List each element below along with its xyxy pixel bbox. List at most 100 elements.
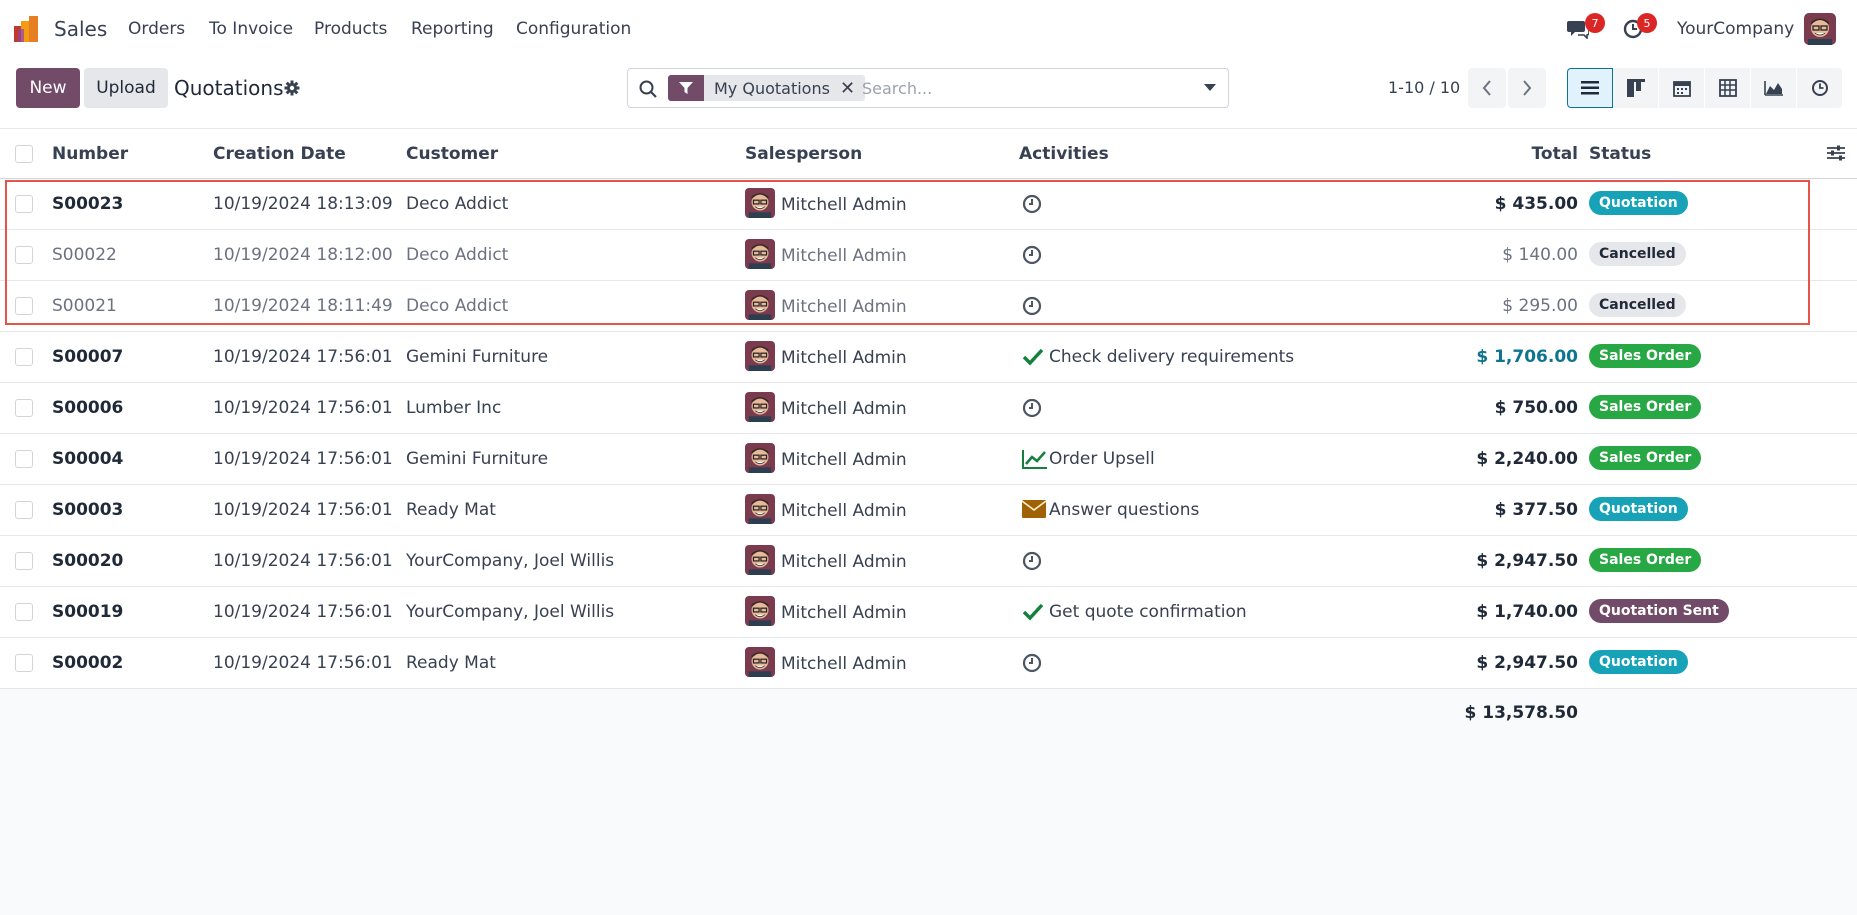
order-total: $ 750.00 [1494, 398, 1578, 418]
list-icon [1581, 81, 1599, 95]
status-badge: Cancelled [1589, 293, 1686, 317]
app-name[interactable]: Sales [54, 17, 107, 41]
row-checkbox[interactable] [15, 246, 33, 264]
sales-app-icon[interactable] [14, 16, 42, 42]
row-checkbox[interactable] [15, 195, 33, 213]
check-icon[interactable] [1022, 602, 1044, 627]
row-checkbox[interactable] [15, 654, 33, 672]
header-total[interactable]: Total [1480, 144, 1578, 164]
header-customer[interactable]: Customer [406, 144, 498, 164]
activity-summary[interactable]: Check delivery requirements [1049, 347, 1294, 367]
activities-button[interactable]: 5 [1620, 0, 1657, 58]
order-total: $ 140.00 [1502, 245, 1578, 265]
table-header: Number Creation Date Customer Salesperso… [0, 128, 1857, 179]
header-activities[interactable]: Activities [1019, 144, 1109, 164]
salesperson-avatar [745, 545, 775, 575]
order-total: $ 2,947.50 [1476, 551, 1578, 571]
header-salesperson[interactable]: Salesperson [745, 144, 862, 164]
order-number: S00021 [52, 296, 117, 316]
pivot-view-button[interactable] [1705, 68, 1751, 108]
salesperson-name: Mitchell Admin [781, 552, 907, 572]
table-icon [1718, 79, 1737, 97]
row-checkbox[interactable] [15, 450, 33, 468]
clock-icon[interactable] [1022, 245, 1042, 270]
graph-view-button[interactable] [1751, 68, 1797, 108]
customer-name: Ready Mat [406, 500, 496, 520]
envelope-icon[interactable] [1021, 500, 1047, 523]
activity-summary[interactable]: Get quote confirmation [1049, 602, 1247, 622]
menu-products[interactable]: Products [314, 19, 387, 39]
table-row[interactable]: S00003 10/19/2024 17:56:01 Ready Mat Mitche… [0, 485, 1857, 536]
order-number: S00023 [52, 194, 124, 214]
facet-label: My Quotations [714, 78, 830, 98]
row-checkbox[interactable] [15, 348, 33, 366]
header-number[interactable]: Number [52, 144, 128, 164]
company-switcher[interactable]: YourCompany [1677, 19, 1794, 39]
page-title: Quotations [174, 76, 284, 100]
upload-button[interactable]: Upload [84, 68, 168, 108]
salesperson-name: Mitchell Admin [781, 501, 907, 521]
table-row[interactable]: S00007 10/19/2024 17:56:01 Gemini Furnitur… [0, 332, 1857, 383]
gear-icon[interactable] [284, 80, 300, 96]
messages-badge: 7 [1585, 13, 1605, 33]
kanban-view-button[interactable] [1613, 68, 1659, 108]
calendar-view-button[interactable] [1659, 68, 1705, 108]
table-row[interactable]: S00002 10/19/2024 17:56:01 Ready Mat Mitche… [0, 638, 1857, 689]
menu-configuration[interactable]: Configuration [516, 19, 631, 39]
pager-previous[interactable] [1468, 68, 1506, 108]
table-row[interactable]: S00023 10/19/2024 18:13:09 Deco Addict Mitc… [0, 179, 1857, 230]
salesperson-avatar [745, 392, 775, 422]
menu-reporting[interactable]: Reporting [411, 19, 494, 39]
pager-value[interactable]: 1-10 / 10 [1388, 78, 1460, 97]
remove-facet-icon[interactable]: ✕ [840, 78, 855, 99]
row-checkbox[interactable] [15, 552, 33, 570]
customer-name: Ready Mat [406, 653, 496, 673]
new-button[interactable]: New [16, 68, 80, 108]
row-checkbox[interactable] [15, 603, 33, 621]
grand-total: $ 13,578.50 [1464, 703, 1578, 723]
table-row[interactable]: S00022 10/19/2024 18:12:00 Deco Addict Mitc… [0, 230, 1857, 281]
menu-to-invoice[interactable]: To Invoice [209, 19, 293, 39]
activity-view-button[interactable] [1797, 68, 1843, 108]
customer-name: Lumber Inc [406, 398, 502, 418]
optional-columns-icon[interactable] [1827, 145, 1845, 161]
clock-icon[interactable] [1022, 653, 1042, 678]
status-badge: Quotation [1589, 497, 1688, 521]
clock-icon[interactable] [1022, 296, 1042, 321]
table-row[interactable]: S00021 10/19/2024 18:11:49 Deco Addict Mitc… [0, 281, 1857, 332]
order-number: S00019 [52, 602, 124, 622]
list-view-button[interactable] [1567, 68, 1613, 108]
row-checkbox[interactable] [15, 297, 33, 315]
customer-name: YourCompany, Joel Willis [406, 551, 615, 571]
status-badge: Quotation [1589, 650, 1688, 674]
clock-icon[interactable] [1022, 398, 1042, 423]
search-options-toggle[interactable] [1191, 68, 1229, 108]
user-avatar[interactable] [1804, 13, 1836, 45]
select-all-checkbox[interactable] [15, 145, 33, 163]
check-icon[interactable] [1022, 347, 1044, 372]
activity-summary[interactable]: Answer questions [1049, 500, 1199, 520]
table-row[interactable]: S00006 10/19/2024 17:56:01 Lumber Inc Mitch… [0, 383, 1857, 434]
order-number: S00007 [52, 347, 124, 367]
table-row[interactable]: S00019 10/19/2024 17:56:01 YourCompany, Jo… [0, 587, 1857, 638]
search-input[interactable] [862, 77, 1182, 99]
row-checkbox[interactable] [15, 399, 33, 417]
clock-icon[interactable] [1022, 551, 1042, 576]
pager-next[interactable] [1508, 68, 1546, 108]
activity-summary[interactable]: Order Upsell [1049, 449, 1155, 469]
row-checkbox[interactable] [15, 501, 33, 519]
table-row[interactable]: S00004 10/19/2024 17:56:01 Gemini Furnitur… [0, 434, 1857, 485]
top-navbar: Sales Orders To Invoice Products Reporti… [0, 0, 1857, 58]
filter-facet: My Quotations ✕ [668, 75, 866, 101]
salesperson-name: Mitchell Admin [781, 450, 907, 470]
header-creation-date[interactable]: Creation Date [213, 144, 346, 164]
table-row[interactable]: S00020 10/19/2024 17:56:01 YourCompany, Jo… [0, 536, 1857, 587]
menu-orders[interactable]: Orders [128, 19, 185, 39]
order-number: S00004 [52, 449, 124, 469]
messages-button[interactable]: 7 [1565, 0, 1605, 58]
chart-line-icon[interactable] [1022, 449, 1048, 474]
clock-icon[interactable] [1022, 194, 1042, 219]
order-number: S00022 [52, 245, 117, 265]
header-status[interactable]: Status [1589, 144, 1651, 164]
order-total: $ 435.00 [1494, 194, 1578, 214]
